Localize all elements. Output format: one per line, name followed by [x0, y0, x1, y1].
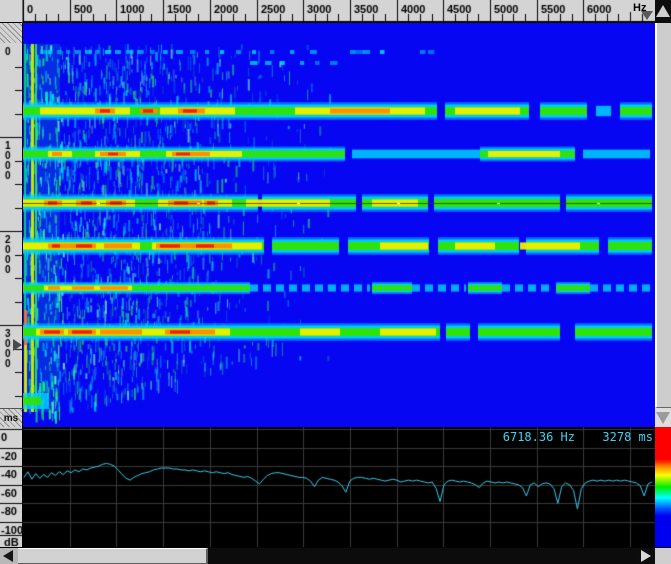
time-unit-box: ms	[0, 408, 23, 428]
scroll-up-button[interactable]	[655, 0, 671, 23]
horizontal-scrollbar-thumb[interactable]	[18, 548, 208, 564]
horizontal-scrollbar[interactable]	[0, 547, 671, 564]
time-readout: 3278 ms	[602, 430, 653, 444]
intensity-colorbar-legend	[655, 427, 671, 547]
scroll-down-button[interactable]	[655, 408, 671, 427]
spectrum-panel[interactable]: 6718.36 Hz 3278 ms	[23, 427, 655, 547]
spectrogram-canvas[interactable]	[23, 23, 655, 427]
frequency-readout: 6718.36 Hz	[503, 430, 575, 444]
arrow-right-icon	[641, 550, 651, 562]
spectrogram-analyzer-window: Hz ms 6718.36 Hz 3278 ms	[0, 0, 671, 564]
db-scale	[0, 427, 23, 547]
arrow-down-icon	[656, 412, 670, 424]
scroll-left-button[interactable]	[0, 548, 18, 564]
spectrum-canvas[interactable]	[23, 427, 655, 547]
time-cursor-marker-icon[interactable]	[13, 339, 22, 351]
vertical-scrollbar-thumb[interactable]	[655, 23, 671, 408]
time-ruler[interactable]	[0, 43, 23, 408]
ruler-corner	[0, 0, 23, 23]
arrow-left-icon	[3, 550, 13, 562]
frequency-cursor-marker-icon[interactable]	[641, 11, 653, 20]
frequency-ruler[interactable]	[23, 0, 655, 23]
vertical-scrollbar[interactable]	[655, 23, 671, 427]
time-unit-label: ms	[4, 413, 18, 424]
scrollbar-corner	[655, 548, 671, 564]
arrow-up-icon	[656, 5, 670, 17]
ruler-gap-hatch	[0, 23, 23, 44]
scroll-right-button[interactable]	[637, 548, 655, 564]
